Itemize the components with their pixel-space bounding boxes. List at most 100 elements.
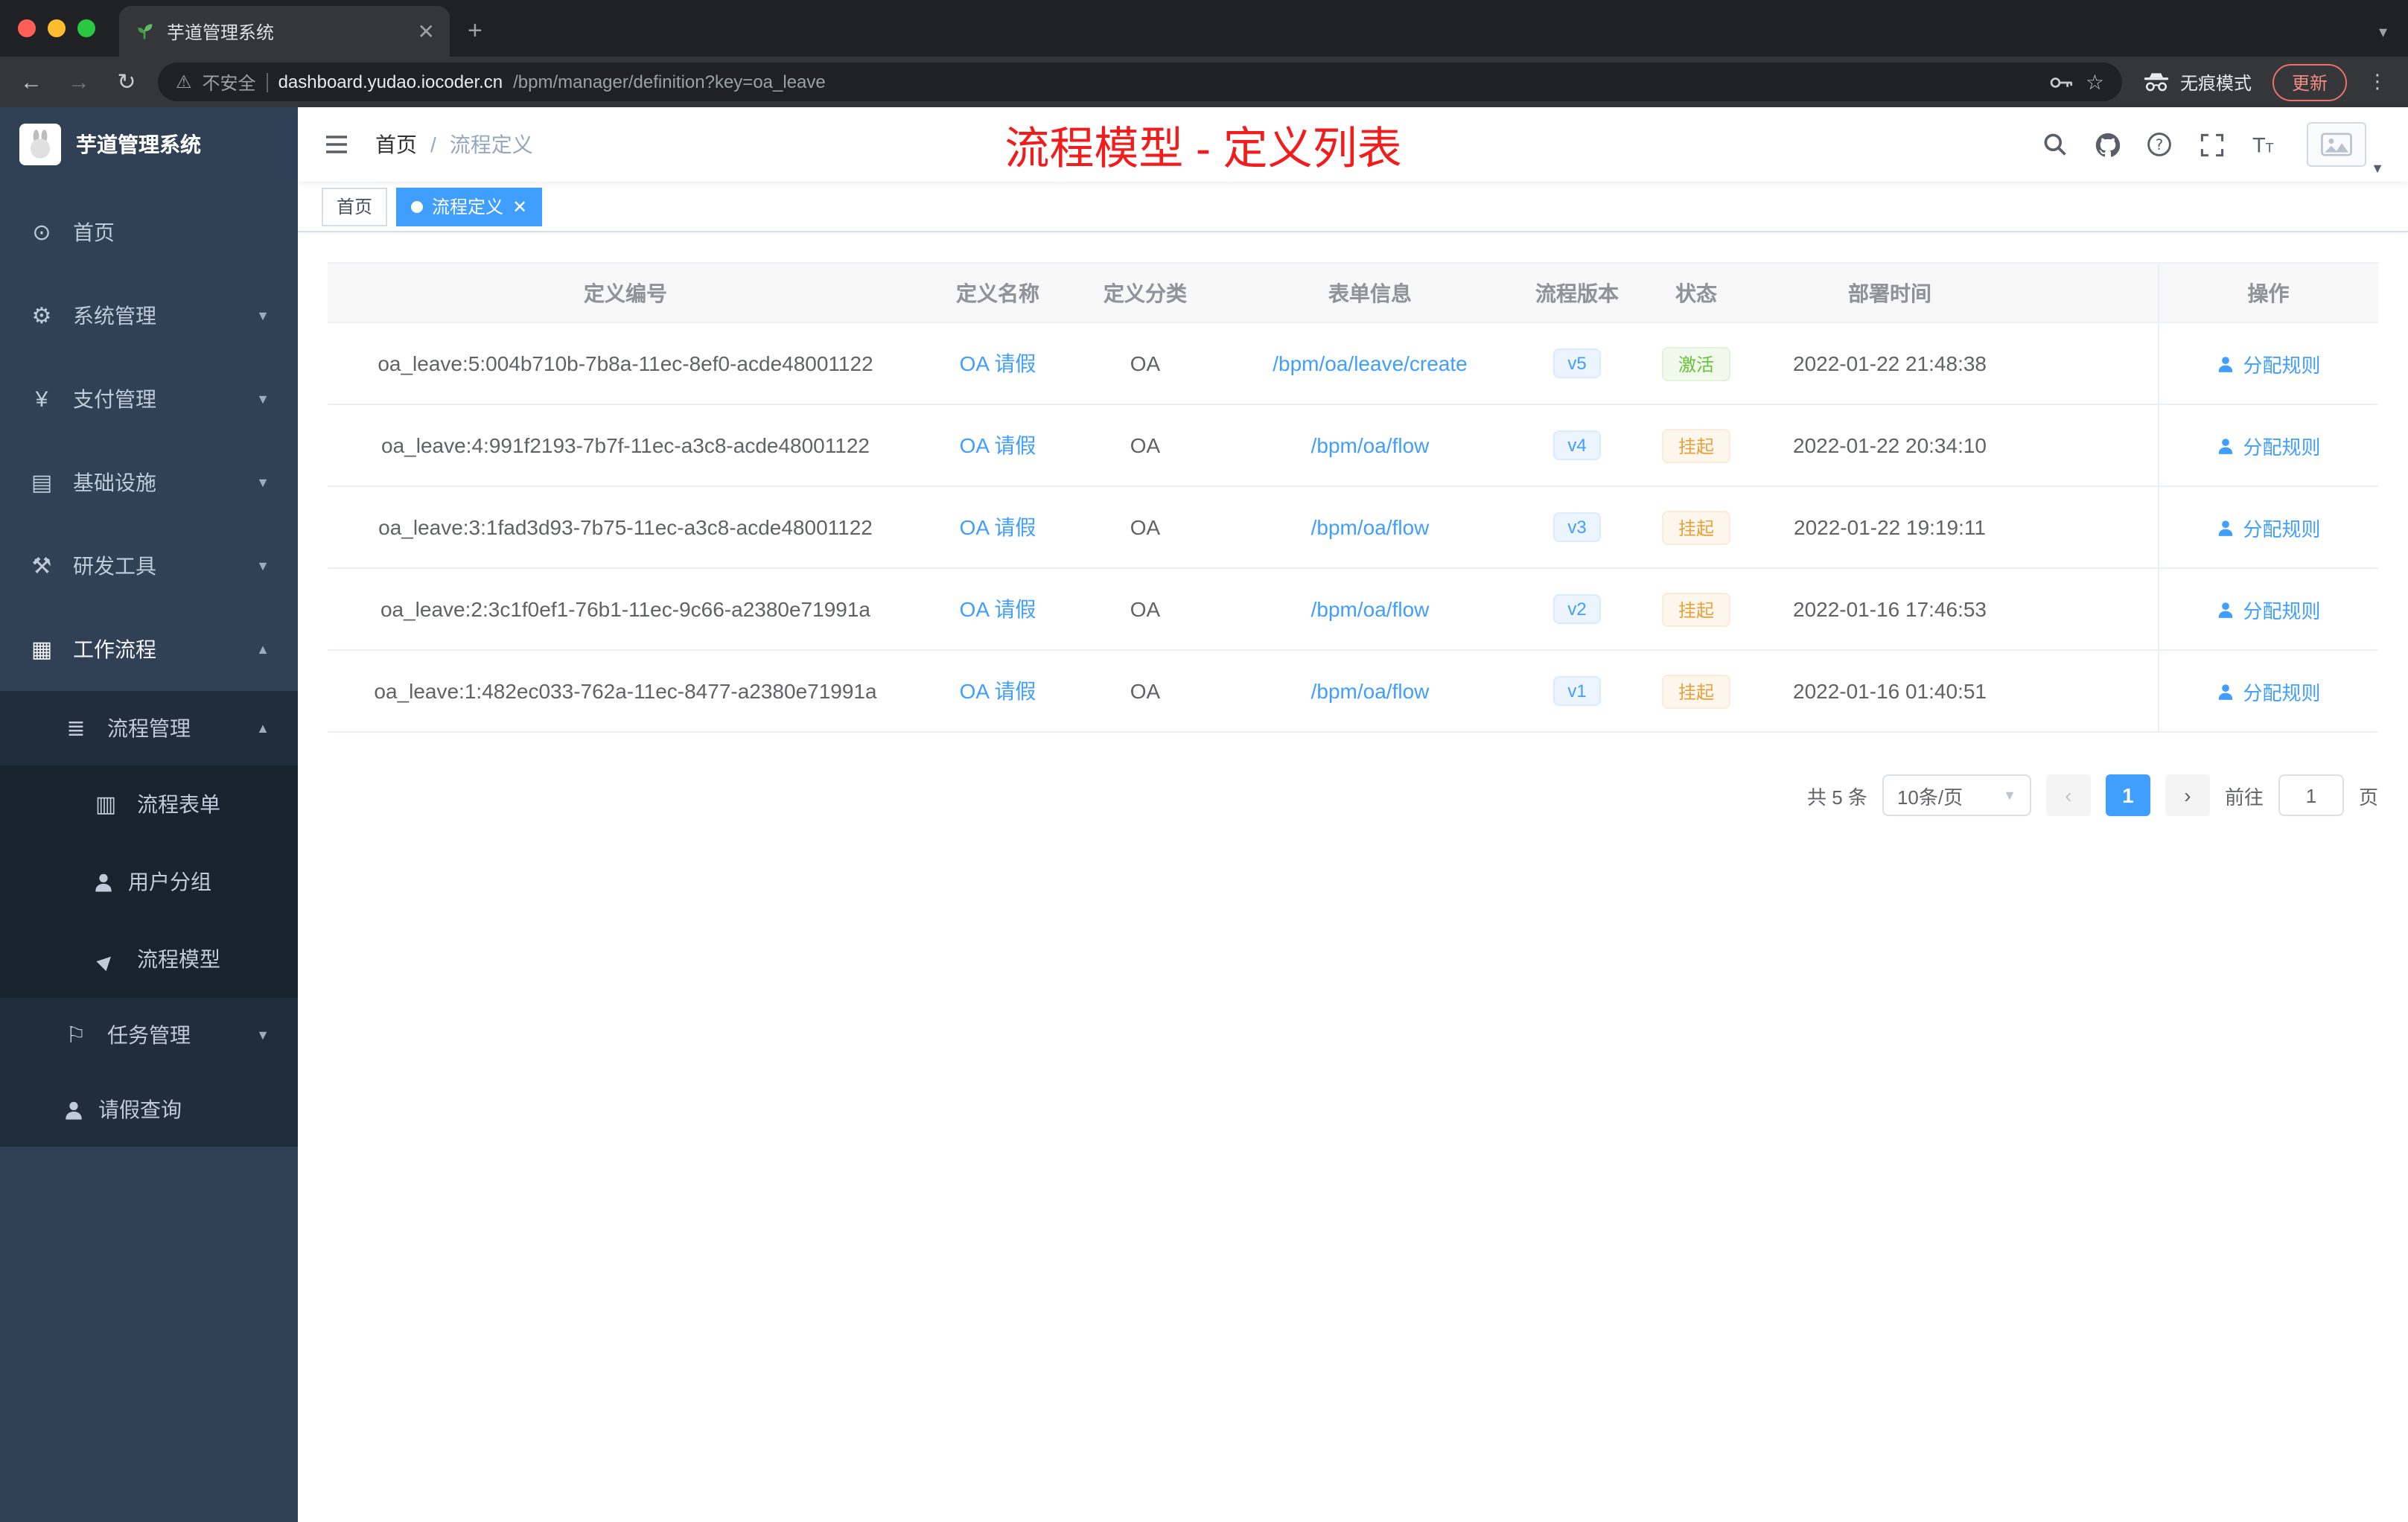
definition-id: oa_leave:3:1fad3d93-7b75-11ec-a3c8-acde4… bbox=[328, 486, 923, 569]
form-info-link[interactable]: /bpm/oa/flow bbox=[1311, 597, 1430, 621]
definition-name-link[interactable]: OA 请假 bbox=[960, 433, 1036, 457]
assign-rule-button[interactable]: 分配规则 bbox=[2216, 677, 2321, 705]
navbar-actions: ▼ bbox=[2040, 122, 2384, 176]
minimize-window-button[interactable] bbox=[48, 19, 66, 37]
tag-home[interactable]: 首页 bbox=[322, 187, 388, 226]
breadcrumb-home[interactable]: 首页 bbox=[375, 130, 417, 159]
status-badge: 挂起 bbox=[1661, 510, 1730, 544]
bookmark-star-icon[interactable]: ☆ bbox=[2086, 69, 2104, 95]
security-warning-icon: ⚠ bbox=[176, 71, 192, 92]
top-navbar: 首页 / 流程定义 流程模型 - 定义列表 ▼ bbox=[298, 107, 2408, 182]
chevron-up-icon: ▲ bbox=[256, 642, 270, 657]
goto-page-input[interactable] bbox=[2278, 774, 2344, 816]
window-controls bbox=[0, 0, 119, 57]
goto-label: 前往 bbox=[2224, 786, 2264, 808]
definition-id: oa_leave:1:482ec033-762a-11ec-8477-a2380… bbox=[328, 650, 923, 733]
app-window: 芋道管理系统 ⊙ 首页 ⚙ 系统管理 ▼ ¥ 支付管理 ▼ ▤ 基础设施 ▼ ⚒… bbox=[0, 107, 2408, 1522]
favicon-sprout-icon bbox=[134, 21, 155, 42]
gear-icon: ⚙ bbox=[31, 304, 52, 329]
broken-image-icon bbox=[2320, 133, 2353, 156]
github-icon[interactable] bbox=[2092, 130, 2122, 159]
browser-tab[interactable]: 芋道管理系统 ✕ bbox=[119, 6, 450, 57]
form-info-link[interactable]: /bpm/oa/flow bbox=[1311, 515, 1430, 539]
sidebar-toggle-hamburger-icon[interactable] bbox=[322, 130, 351, 159]
page-number-button[interactable]: 1 bbox=[2105, 774, 2150, 816]
filler-cell bbox=[2019, 486, 2158, 569]
col-filler bbox=[2019, 262, 2158, 323]
user-icon bbox=[2216, 436, 2235, 455]
search-icon[interactable] bbox=[2040, 130, 2070, 159]
home-icon: ⊙ bbox=[32, 220, 51, 246]
fullscreen-icon[interactable] bbox=[2197, 130, 2226, 159]
table-row: oa_leave:4:991f2193-7b7f-11ec-a3c8-acde4… bbox=[328, 404, 2378, 487]
sidebar-item-infrastructure[interactable]: ▤ 基础设施 ▼ bbox=[0, 441, 298, 524]
assign-rule-button[interactable]: 分配规则 bbox=[2216, 431, 2321, 459]
chevron-down-icon: ▼ bbox=[256, 475, 270, 490]
page-content: 定义编号 定义名称 定义分类 表单信息 流程版本 状态 部署时间 操作 oa_l… bbox=[298, 232, 2408, 1522]
close-window-button[interactable] bbox=[18, 19, 36, 37]
definition-name-link[interactable]: OA 请假 bbox=[960, 679, 1036, 703]
definition-name-link[interactable]: OA 请假 bbox=[960, 351, 1036, 375]
back-button[interactable]: ← bbox=[15, 69, 48, 95]
password-key-icon[interactable] bbox=[2050, 69, 2075, 95]
browser-tab-strip: 芋道管理系统 ✕ + ▾ bbox=[0, 0, 2408, 57]
sidebar-item-dev-tools[interactable]: ⚒ 研发工具 ▼ bbox=[0, 524, 298, 608]
tags-view-bar: 首页 流程定义 ✕ bbox=[298, 182, 2408, 232]
chrome-update-button[interactable]: 更新 bbox=[2272, 63, 2347, 101]
user-icon bbox=[2216, 599, 2235, 619]
form-info-link[interactable]: /bpm/oa/flow bbox=[1311, 679, 1430, 703]
logo-avatar bbox=[19, 124, 61, 165]
assign-rule-button[interactable]: 分配规则 bbox=[2216, 349, 2321, 378]
new-tab-button[interactable]: + bbox=[450, 6, 500, 57]
zoom-window-button[interactable] bbox=[77, 19, 95, 37]
page-size-select[interactable]: 10条/页 ▼ bbox=[1882, 774, 2031, 816]
form-info-link[interactable]: /bpm/oa/flow bbox=[1311, 433, 1430, 457]
sidebar-item-system-management[interactable]: ⚙ 系统管理 ▼ bbox=[0, 274, 298, 357]
sidebar-item-payment-management[interactable]: ¥ 支付管理 ▼ bbox=[0, 357, 298, 441]
omnibox-divider bbox=[266, 72, 268, 92]
tag-process-definition[interactable]: 流程定义 ✕ bbox=[396, 187, 543, 226]
version-badge: v5 bbox=[1552, 348, 1602, 378]
sidebar-item-process-management[interactable]: ≣ 流程管理 ▲ bbox=[0, 691, 298, 765]
sidebar-item-process-form[interactable]: ▥ 流程表单 bbox=[0, 765, 298, 843]
definition-name-link[interactable]: OA 请假 bbox=[960, 597, 1036, 621]
form-info-link[interactable]: /bpm/oa/leave/create bbox=[1273, 351, 1468, 375]
user-icon bbox=[2216, 681, 2235, 701]
incognito-badge: 无痕模式 bbox=[2143, 69, 2252, 95]
sidebar-item-leave-query[interactable]: 请假查询 bbox=[0, 1072, 298, 1147]
sidebar-item-process-model[interactable]: ▶ 流程模型 bbox=[0, 920, 298, 998]
tab-close-icon[interactable]: ✕ bbox=[418, 21, 435, 42]
address-bar[interactable]: ⚠ 不安全 dashboard.yudao.iocoder.cn /bpm/ma… bbox=[158, 63, 2122, 101]
sidebar-item-workflow[interactable]: ▦ 工作流程 ▲ bbox=[0, 608, 298, 691]
browser-toolbar: ← → ↻ ⚠ 不安全 dashboard.yudao.iocoder.cn /… bbox=[0, 57, 2408, 107]
sidebar-item-task-management[interactable]: ⚐ 任务管理 ▼ bbox=[0, 998, 298, 1072]
assign-rule-button[interactable]: 分配规则 bbox=[2216, 513, 2321, 541]
browser-menu-icon[interactable]: ⋮ bbox=[2362, 70, 2393, 94]
chevron-down-icon: ▼ bbox=[256, 308, 270, 323]
forward-button[interactable]: → bbox=[63, 69, 95, 95]
tab-search-chevron-icon[interactable]: ▾ bbox=[2358, 6, 2408, 57]
help-icon[interactable] bbox=[2144, 130, 2174, 159]
reload-button[interactable]: ↻ bbox=[110, 69, 143, 95]
user-avatar-dropdown[interactable]: ▼ bbox=[2307, 122, 2384, 176]
status-badge: 挂起 bbox=[1661, 592, 1730, 626]
list-icon: ≣ bbox=[66, 716, 86, 742]
assign-rule-button[interactable]: 分配规则 bbox=[2216, 595, 2321, 623]
definition-name-link[interactable]: OA 请假 bbox=[960, 515, 1036, 539]
sidebar-item-home[interactable]: ⊙ 首页 bbox=[0, 191, 298, 274]
sidebar-item-user-group[interactable]: 用户分组 bbox=[0, 843, 298, 920]
status-badge: 挂起 bbox=[1661, 428, 1730, 462]
col-definition-category: 定义分类 bbox=[1072, 262, 1218, 323]
definition-table: 定义编号 定义名称 定义分类 表单信息 流程版本 状态 部署时间 操作 oa_l… bbox=[328, 262, 2378, 733]
deploy-time: 2022-01-22 20:34:10 bbox=[1760, 404, 2019, 487]
avatar bbox=[2307, 122, 2367, 167]
incognito-label: 无痕模式 bbox=[2179, 72, 2252, 93]
font-size-icon[interactable] bbox=[2249, 130, 2278, 159]
col-status: 状态 bbox=[1632, 262, 1760, 323]
prev-page-button[interactable]: ‹ bbox=[2045, 774, 2091, 816]
tag-close-icon[interactable]: ✕ bbox=[512, 196, 527, 217]
security-label: 不安全 bbox=[202, 72, 256, 93]
next-page-button[interactable]: › bbox=[2165, 774, 2210, 816]
definition-category: OA bbox=[1072, 568, 1218, 651]
version-badge: v1 bbox=[1552, 676, 1602, 706]
